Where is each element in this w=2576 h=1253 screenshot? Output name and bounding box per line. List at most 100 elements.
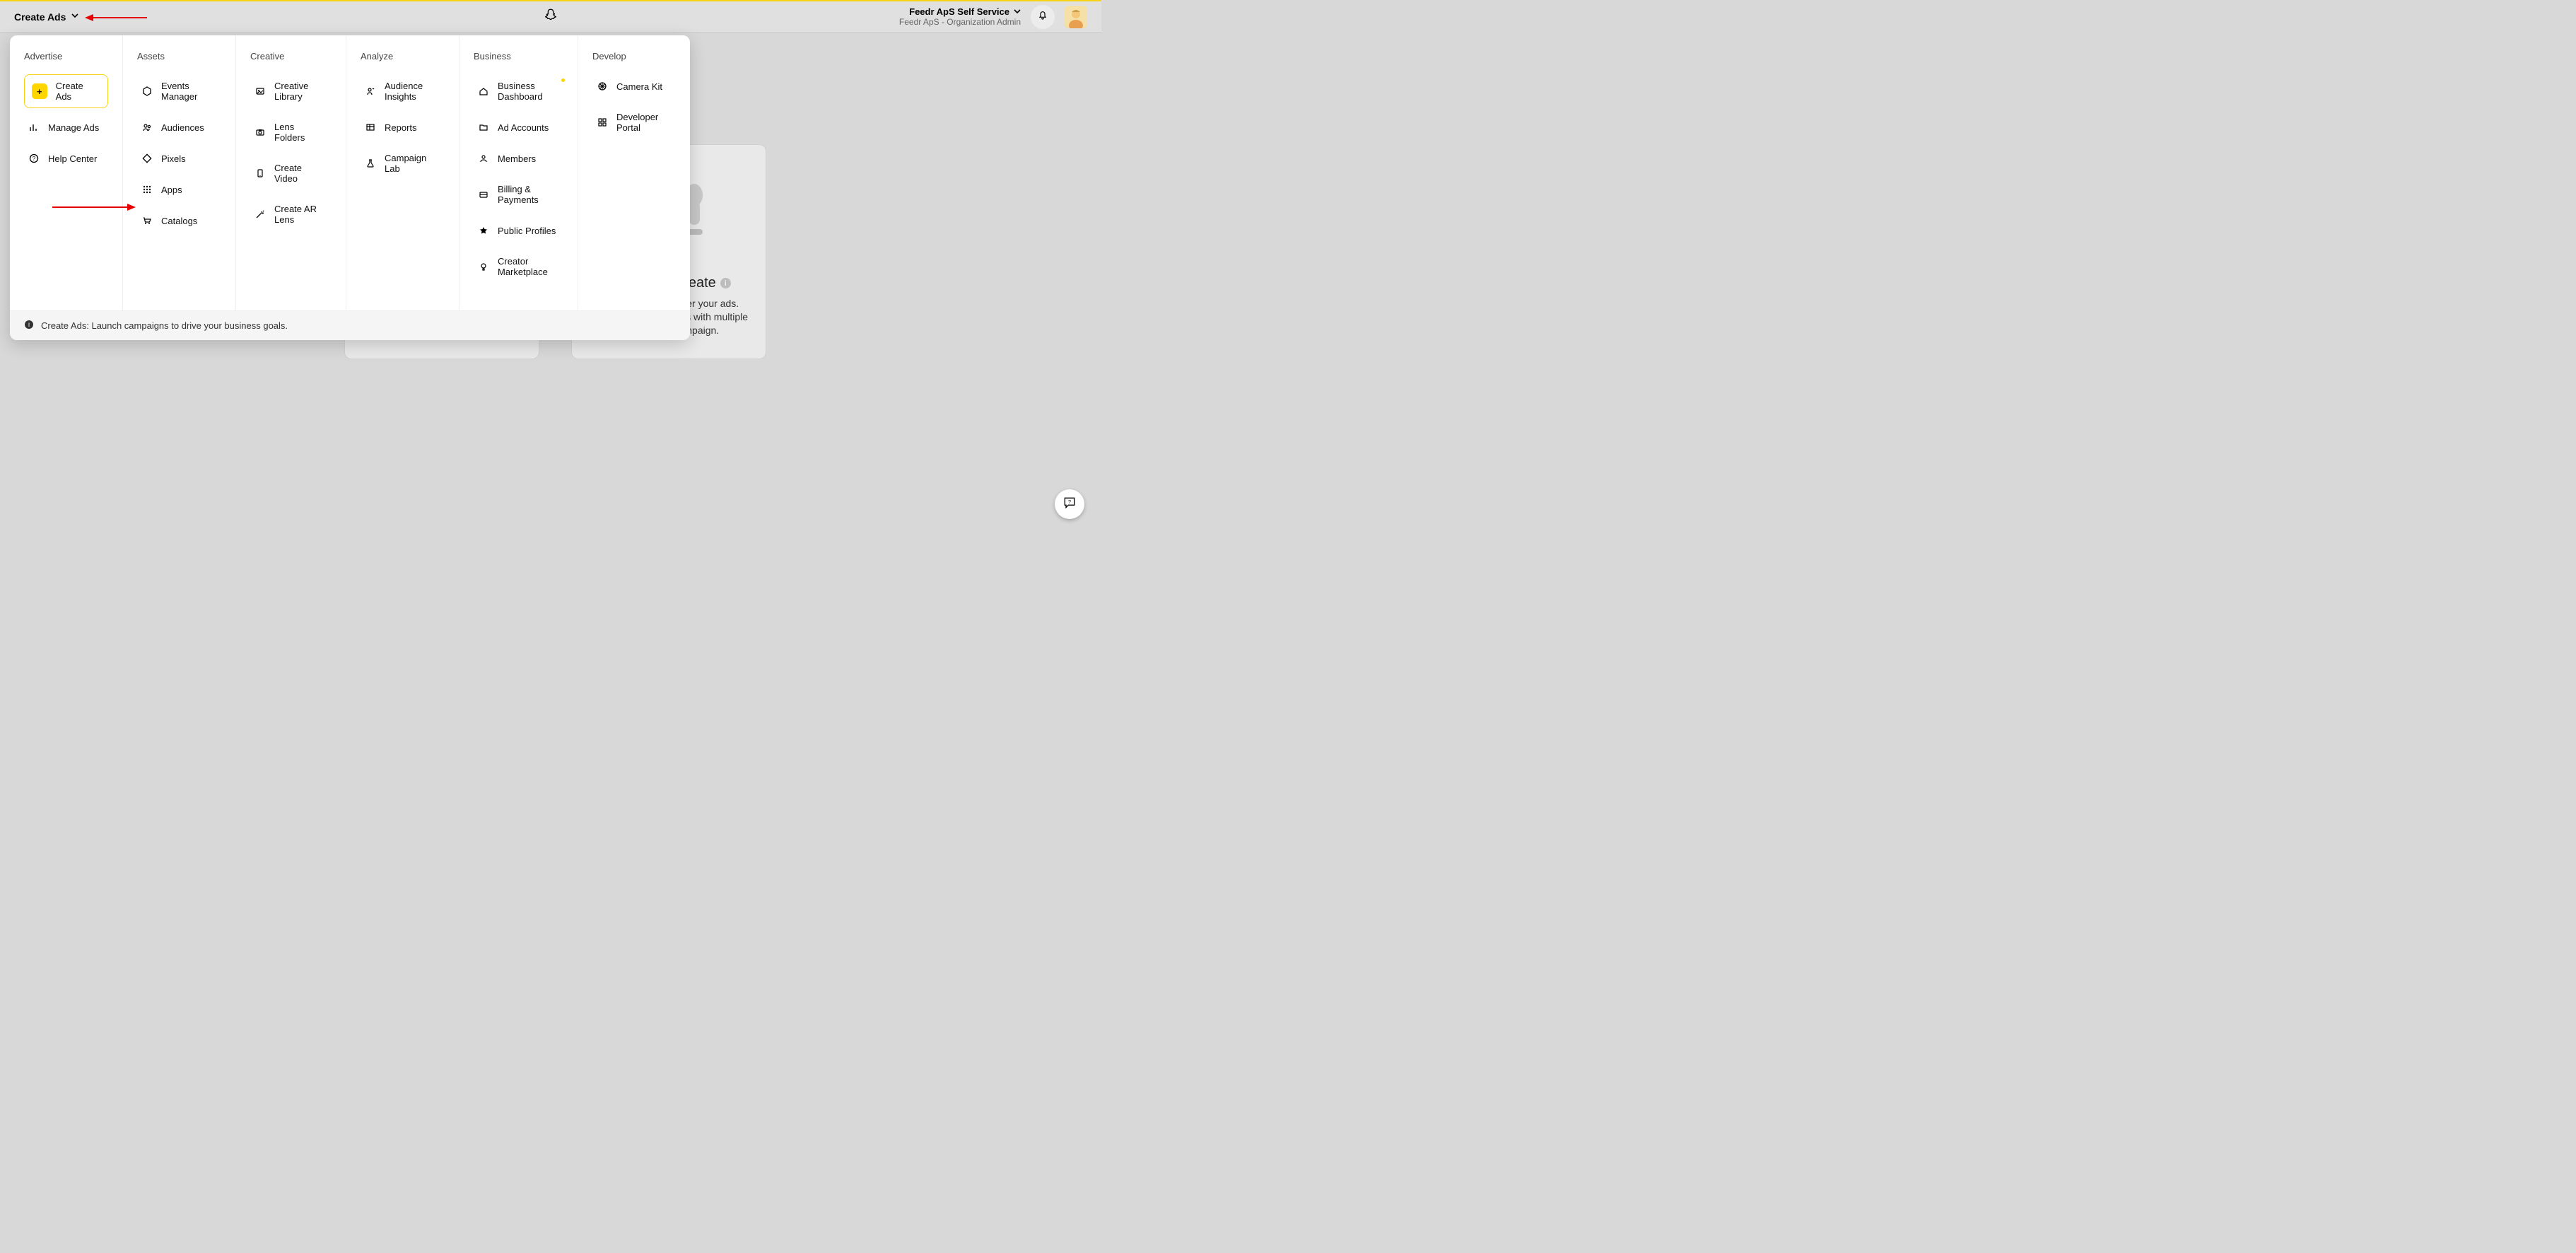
- chevron-down-icon: [71, 12, 78, 21]
- nav-audience-insights[interactable]: Audience Insights: [361, 74, 445, 108]
- nav-developer-portal[interactable]: Developer Portal: [592, 105, 676, 139]
- diamond-icon: [141, 153, 153, 164]
- nav-create-ads[interactable]: + Create Ads: [24, 74, 108, 108]
- mega-col-analyze: Analyze Audience Insights Reports Campai…: [346, 35, 459, 310]
- nav-apps-label: Apps: [161, 185, 182, 195]
- nav-creative-library-label: Creative Library: [274, 81, 327, 102]
- info-icon: i: [720, 278, 731, 289]
- people-icon: [141, 122, 153, 133]
- nav-camera-kit[interactable]: Camera Kit: [592, 74, 676, 98]
- nav-audiences-label: Audiences: [161, 122, 204, 133]
- svg-text:i: i: [28, 321, 30, 328]
- nav-catalogs[interactable]: Catalogs: [137, 209, 221, 233]
- mega-menu-footer: i Create Ads: Launch campaigns to drive …: [10, 310, 690, 340]
- mega-col-advertise-title: Advertise: [24, 51, 108, 62]
- credit-card-icon: [478, 189, 489, 200]
- nav-create-video-label: Create Video: [274, 163, 327, 184]
- nav-events-manager-label: Events Manager: [161, 81, 217, 102]
- folder-icon: [478, 122, 489, 133]
- nav-members[interactable]: Members: [474, 146, 563, 170]
- nav-help-center-label: Help Center: [48, 153, 97, 164]
- mega-col-creative-title: Creative: [250, 51, 332, 62]
- nav-business-dashboard-label: Business Dashboard: [498, 81, 559, 102]
- nav-members-label: Members: [498, 153, 536, 164]
- nav-lens-folders-label: Lens Folders: [274, 122, 327, 143]
- create-ads-dropdown-trigger[interactable]: Create Ads: [14, 11, 78, 23]
- account-name-label: Feedr ApS Self Service: [909, 6, 1009, 17]
- nav-apps[interactable]: Apps: [137, 177, 221, 202]
- wand-icon: [254, 209, 266, 220]
- nav-pixels-label: Pixels: [161, 153, 186, 164]
- mega-col-business: Business Business Dashboard Ad Accounts …: [459, 35, 578, 310]
- nav-billing-payments[interactable]: Billing & Payments: [474, 177, 563, 211]
- main-nav-mega-menu: Advertise + Create Ads Manage Ads ? Help…: [10, 35, 690, 340]
- star-icon: [478, 225, 489, 236]
- help-chat-icon: ?: [1062, 496, 1077, 513]
- camera-icon: [254, 127, 266, 138]
- app-header: Create Ads Feedr ApS Self Service Feedr …: [0, 1, 1101, 33]
- mega-col-develop-title: Develop: [592, 51, 676, 62]
- account-role-label: Feedr ApS - Organization Admin: [899, 17, 1021, 27]
- nav-reports-label: Reports: [385, 122, 417, 133]
- nav-pixels[interactable]: Pixels: [137, 146, 221, 170]
- blocks-icon: [597, 117, 608, 128]
- nav-public-profiles[interactable]: Public Profiles: [474, 218, 563, 243]
- svg-text:?: ?: [1068, 498, 1071, 504]
- mega-col-creative: Creative Creative Library Lens Folders C…: [236, 35, 346, 310]
- user-avatar[interactable]: [1065, 6, 1087, 28]
- home-icon: [478, 86, 489, 97]
- nav-reports[interactable]: Reports: [361, 115, 445, 139]
- mega-col-business-title: Business: [474, 51, 563, 62]
- nav-create-video[interactable]: Create Video: [250, 156, 332, 190]
- nav-creator-marketplace[interactable]: Creator Marketplace: [474, 250, 563, 284]
- nav-catalogs-label: Catalogs: [161, 216, 197, 226]
- mega-menu-footer-text: Create Ads: Launch campaigns to drive yo…: [41, 320, 288, 331]
- nav-developer-portal-label: Developer Portal: [616, 112, 672, 133]
- help-icon: ?: [28, 153, 40, 164]
- bulb-icon: [478, 261, 489, 272]
- flask-icon: [365, 158, 376, 169]
- cart-icon: [141, 215, 153, 226]
- mega-col-assets-title: Assets: [137, 51, 221, 62]
- nav-audiences[interactable]: Audiences: [137, 115, 221, 139]
- table-icon: [365, 122, 376, 133]
- create-ads-dropdown-label: Create Ads: [14, 11, 66, 23]
- nav-ad-accounts[interactable]: Ad Accounts: [474, 115, 563, 139]
- nav-ad-accounts-label: Ad Accounts: [498, 122, 549, 133]
- bell-icon: [1037, 9, 1048, 24]
- mega-col-advertise: Advertise + Create Ads Manage Ads ? Help…: [10, 35, 123, 310]
- bar-chart-icon: [28, 122, 40, 133]
- mega-col-develop: Develop Camera Kit Developer Portal: [578, 35, 690, 310]
- nav-campaign-lab[interactable]: Campaign Lab: [361, 146, 445, 180]
- notification-dot-icon: [561, 78, 565, 82]
- nav-create-ads-label: Create Ads: [56, 81, 100, 102]
- mega-col-analyze-title: Analyze: [361, 51, 445, 62]
- nav-creative-library[interactable]: Creative Library: [250, 74, 332, 108]
- mega-col-assets: Assets Events Manager Audiences Pixels A…: [123, 35, 236, 310]
- nav-create-ar-lens-label: Create AR Lens: [274, 204, 327, 225]
- nav-business-dashboard[interactable]: Business Dashboard: [474, 74, 563, 108]
- nav-billing-payments-label: Billing & Payments: [498, 184, 559, 205]
- nav-create-ar-lens[interactable]: Create AR Lens: [250, 197, 332, 231]
- nav-public-profiles-label: Public Profiles: [498, 226, 556, 236]
- svg-text:?: ?: [33, 156, 36, 162]
- nav-events-manager[interactable]: Events Manager: [137, 74, 221, 108]
- hexagon-icon: [141, 86, 153, 97]
- nav-campaign-lab-label: Campaign Lab: [385, 153, 440, 174]
- grid-icon: [141, 184, 153, 195]
- nav-manage-ads[interactable]: Manage Ads: [24, 115, 108, 139]
- help-fab-button[interactable]: ?: [1055, 489, 1084, 519]
- header-right-cluster: Feedr ApS Self Service Feedr ApS - Organ…: [899, 5, 1087, 29]
- plus-icon: +: [32, 83, 47, 99]
- account-switcher[interactable]: Feedr ApS Self Service Feedr ApS - Organ…: [899, 6, 1021, 27]
- phone-icon: [254, 168, 266, 179]
- chevron-down-icon: [1014, 6, 1021, 17]
- nav-lens-folders[interactable]: Lens Folders: [250, 115, 332, 149]
- notifications-button[interactable]: [1031, 5, 1055, 29]
- person-icon: [478, 153, 489, 164]
- nav-audience-insights-label: Audience Insights: [385, 81, 440, 102]
- aperture-icon: [597, 81, 608, 92]
- nav-help-center[interactable]: ? Help Center: [24, 146, 108, 170]
- nav-manage-ads-label: Manage Ads: [48, 122, 99, 133]
- image-icon: [254, 86, 266, 97]
